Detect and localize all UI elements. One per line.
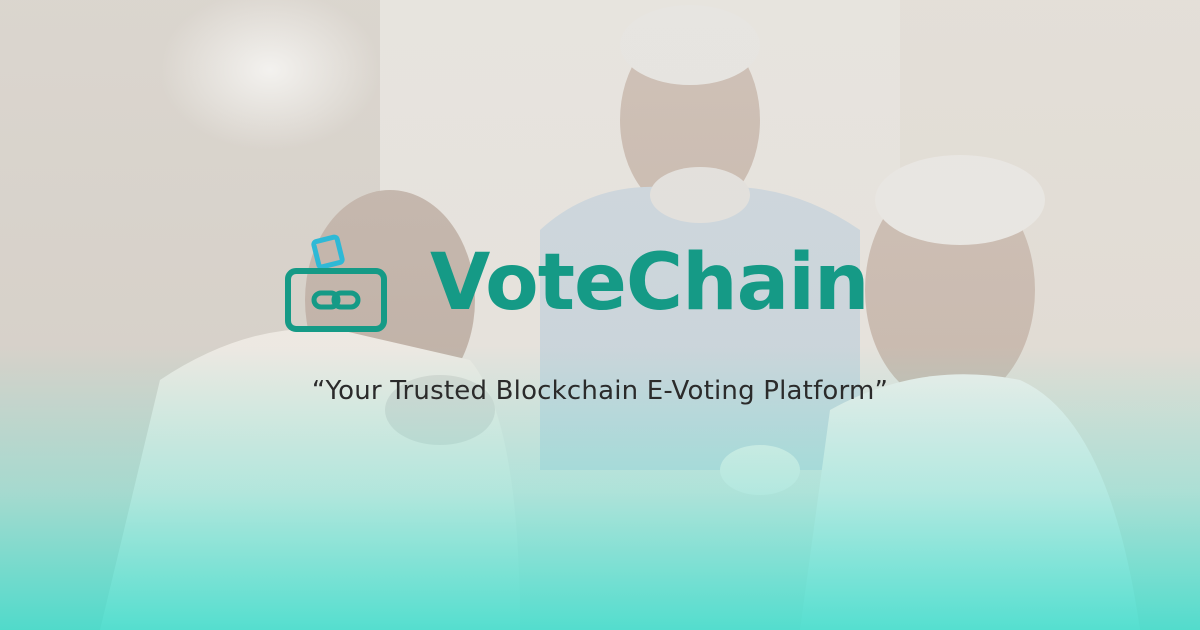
brand-lockup: VoteChain bbox=[282, 228, 870, 338]
tagline: “Your Trusted Blockchain E-Voting Platfo… bbox=[311, 376, 889, 406]
ballot-box-chain-icon bbox=[285, 234, 387, 332]
brand-name: VoteChain bbox=[430, 238, 870, 328]
